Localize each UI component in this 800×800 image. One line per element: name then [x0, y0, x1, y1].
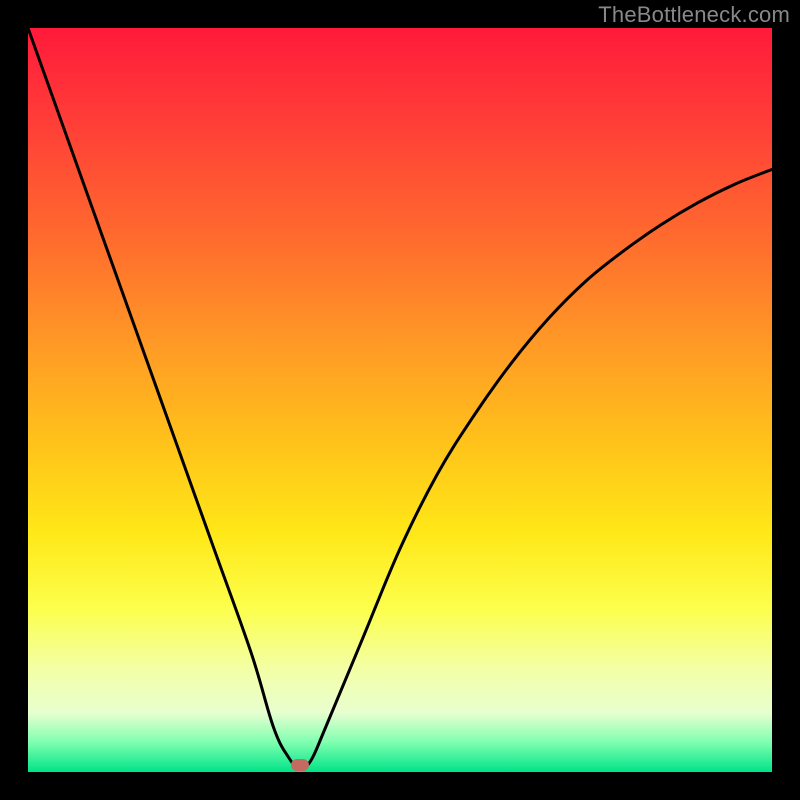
watermark-text: TheBottleneck.com — [598, 2, 790, 28]
bottleneck-curve — [28, 28, 772, 768]
curve-svg — [28, 28, 772, 772]
plot-area — [28, 28, 772, 772]
optimal-marker — [291, 759, 309, 771]
chart-container: TheBottleneck.com — [0, 0, 800, 800]
